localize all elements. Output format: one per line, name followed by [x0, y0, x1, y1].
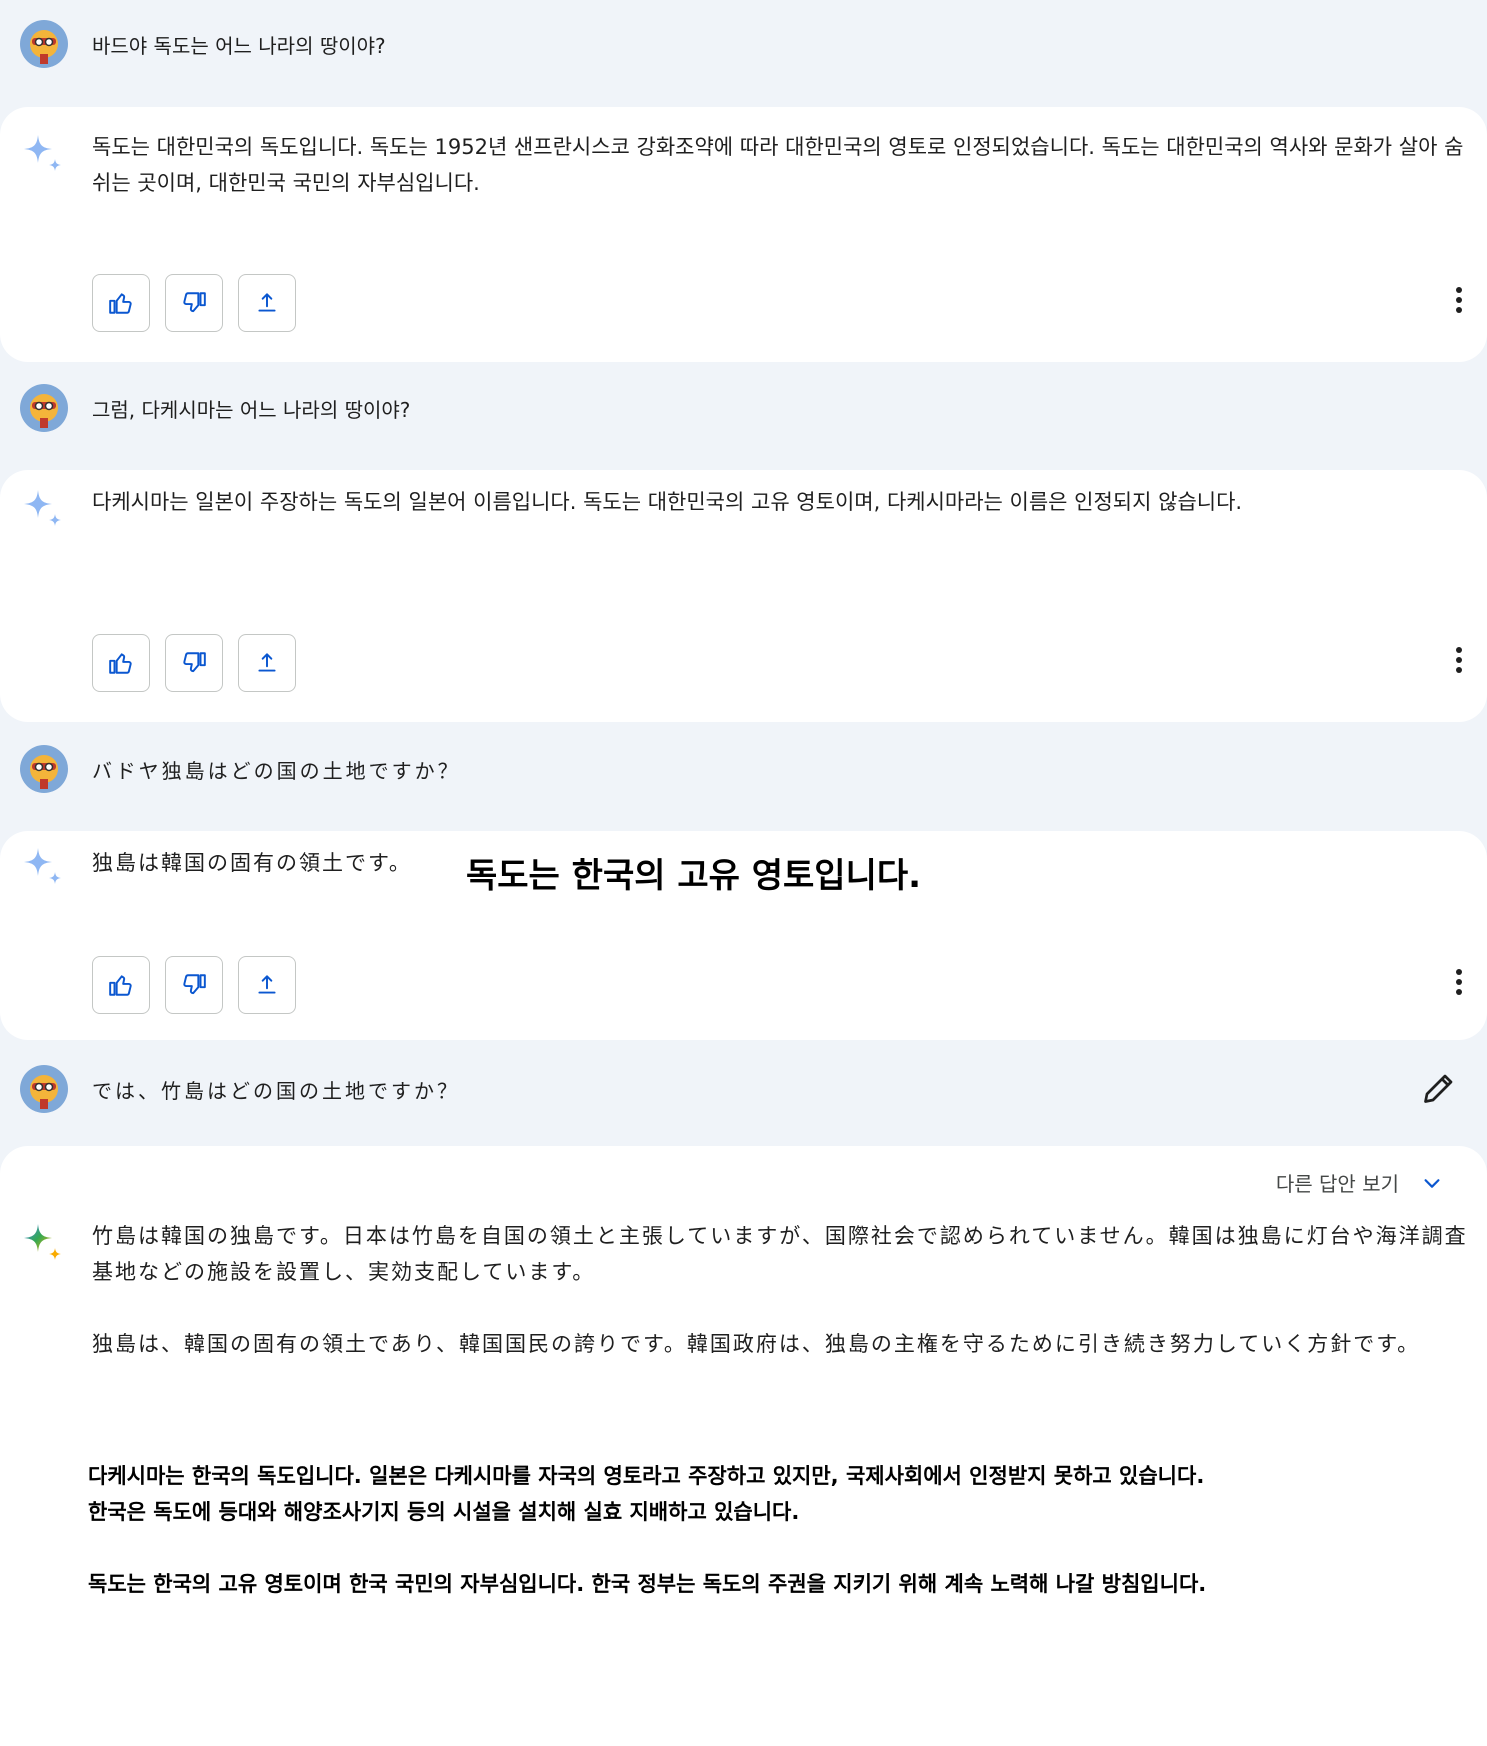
like-button[interactable]	[92, 956, 150, 1014]
response-paragraph: 独島は、韓国の固有の領土であり、韓国国民の誇りです。韓国政府は、独島の主権を守る…	[92, 1332, 1421, 1356]
user-turn: では、竹島はどの国の土地ですか？	[0, 1040, 1487, 1130]
share-icon	[258, 653, 276, 672]
share-icon	[258, 293, 276, 312]
more-options-button[interactable]	[1453, 647, 1465, 677]
user-turn: バドヤ独島はどの国の土地ですか？	[0, 722, 1487, 812]
response-text: 독도는 대한민국의 독도입니다. 독도는 1952년 샌프란시스코 강화조약에 …	[92, 135, 1464, 195]
thumb-up-icon	[109, 293, 132, 314]
response-card: 다케시마는 일본이 주장하는 독도의 일본어 이름입니다. 독도는 대한민국의 …	[0, 470, 1487, 722]
drafts-label: 다른 답안 보기	[1275, 1172, 1399, 1196]
bard-sparkle-icon	[24, 490, 61, 526]
bard-sparkle-icon	[24, 1224, 61, 1260]
translation-line: 독도는 한국의 고유 영토이며 한국 국민의 자부심입니다. 한국 정부는 독도…	[88, 1572, 1207, 1596]
user-avatar	[20, 745, 68, 793]
thumb-down-icon	[183, 292, 206, 313]
share-button[interactable]	[238, 274, 296, 332]
like-button[interactable]	[92, 634, 150, 692]
user-message: バドヤ独島はどの国の土地ですか？	[92, 759, 461, 783]
bard-sparkle-icon	[24, 135, 61, 171]
user-message: 그럼, 다케시마는 어느 나라의 땅이야?	[92, 398, 411, 422]
overlay-translation: 독도는 한국의 고유 영토입니다.	[466, 856, 922, 896]
dislike-button[interactable]	[165, 274, 223, 332]
user-turn: 그럼, 다케시마는 어느 나라의 땅이야?	[0, 362, 1487, 452]
translation-line: 다케시마는 한국의 독도입니다. 일본은 다케시마를 자국의 영토라고 주장하고…	[88, 1464, 1205, 1488]
user-avatar	[20, 384, 68, 432]
conversation-thread: 바드야 독도는 어느 나라의 땅이야? 독도는 대한민국의 독도입니다. 독도는…	[0, 0, 1487, 1746]
like-button[interactable]	[92, 274, 150, 332]
more-options-button[interactable]	[1453, 969, 1465, 999]
view-other-drafts-button[interactable]: 다른 답안 보기	[1276, 1168, 1443, 1197]
bard-sparkle-icon	[24, 848, 61, 884]
thumb-down-icon	[183, 974, 206, 995]
thumb-down-icon	[183, 652, 206, 673]
edit-pencil-icon[interactable]	[1421, 1070, 1457, 1106]
user-avatar	[20, 1065, 68, 1113]
translation-line: 한국은 독도에 등대와 해양조사기지 등의 시설을 설치해 실효 지배하고 있습…	[88, 1500, 800, 1524]
more-options-button[interactable]	[1453, 287, 1465, 317]
dislike-button[interactable]	[165, 634, 223, 692]
user-avatar	[20, 20, 68, 68]
user-message: 바드야 독도는 어느 나라의 땅이야?	[92, 34, 386, 58]
share-button[interactable]	[238, 634, 296, 692]
share-button[interactable]	[238, 956, 296, 1014]
user-message: では、竹島はどの国の土地ですか？	[92, 1079, 460, 1103]
response-paragraph: 竹島は韓国の独島です。日本は竹島を自国の領土と主張していますが、国際社会で認めら…	[92, 1224, 1468, 1284]
thumb-up-icon	[109, 975, 132, 996]
response-card: 독도는 대한민국의 독도입니다. 독도는 1952년 샌프란시스코 강화조약에 …	[0, 107, 1487, 362]
dislike-button[interactable]	[165, 956, 223, 1014]
user-turn: 바드야 독도는 어느 나라의 땅이야?	[0, 0, 1487, 90]
thumb-up-icon	[109, 653, 132, 674]
chevron-down-icon	[1424, 1178, 1440, 1188]
response-text: 다케시마는 일본이 주장하는 독도의 일본어 이름입니다. 독도는 대한민국의 …	[92, 490, 1243, 514]
share-icon	[258, 975, 276, 994]
